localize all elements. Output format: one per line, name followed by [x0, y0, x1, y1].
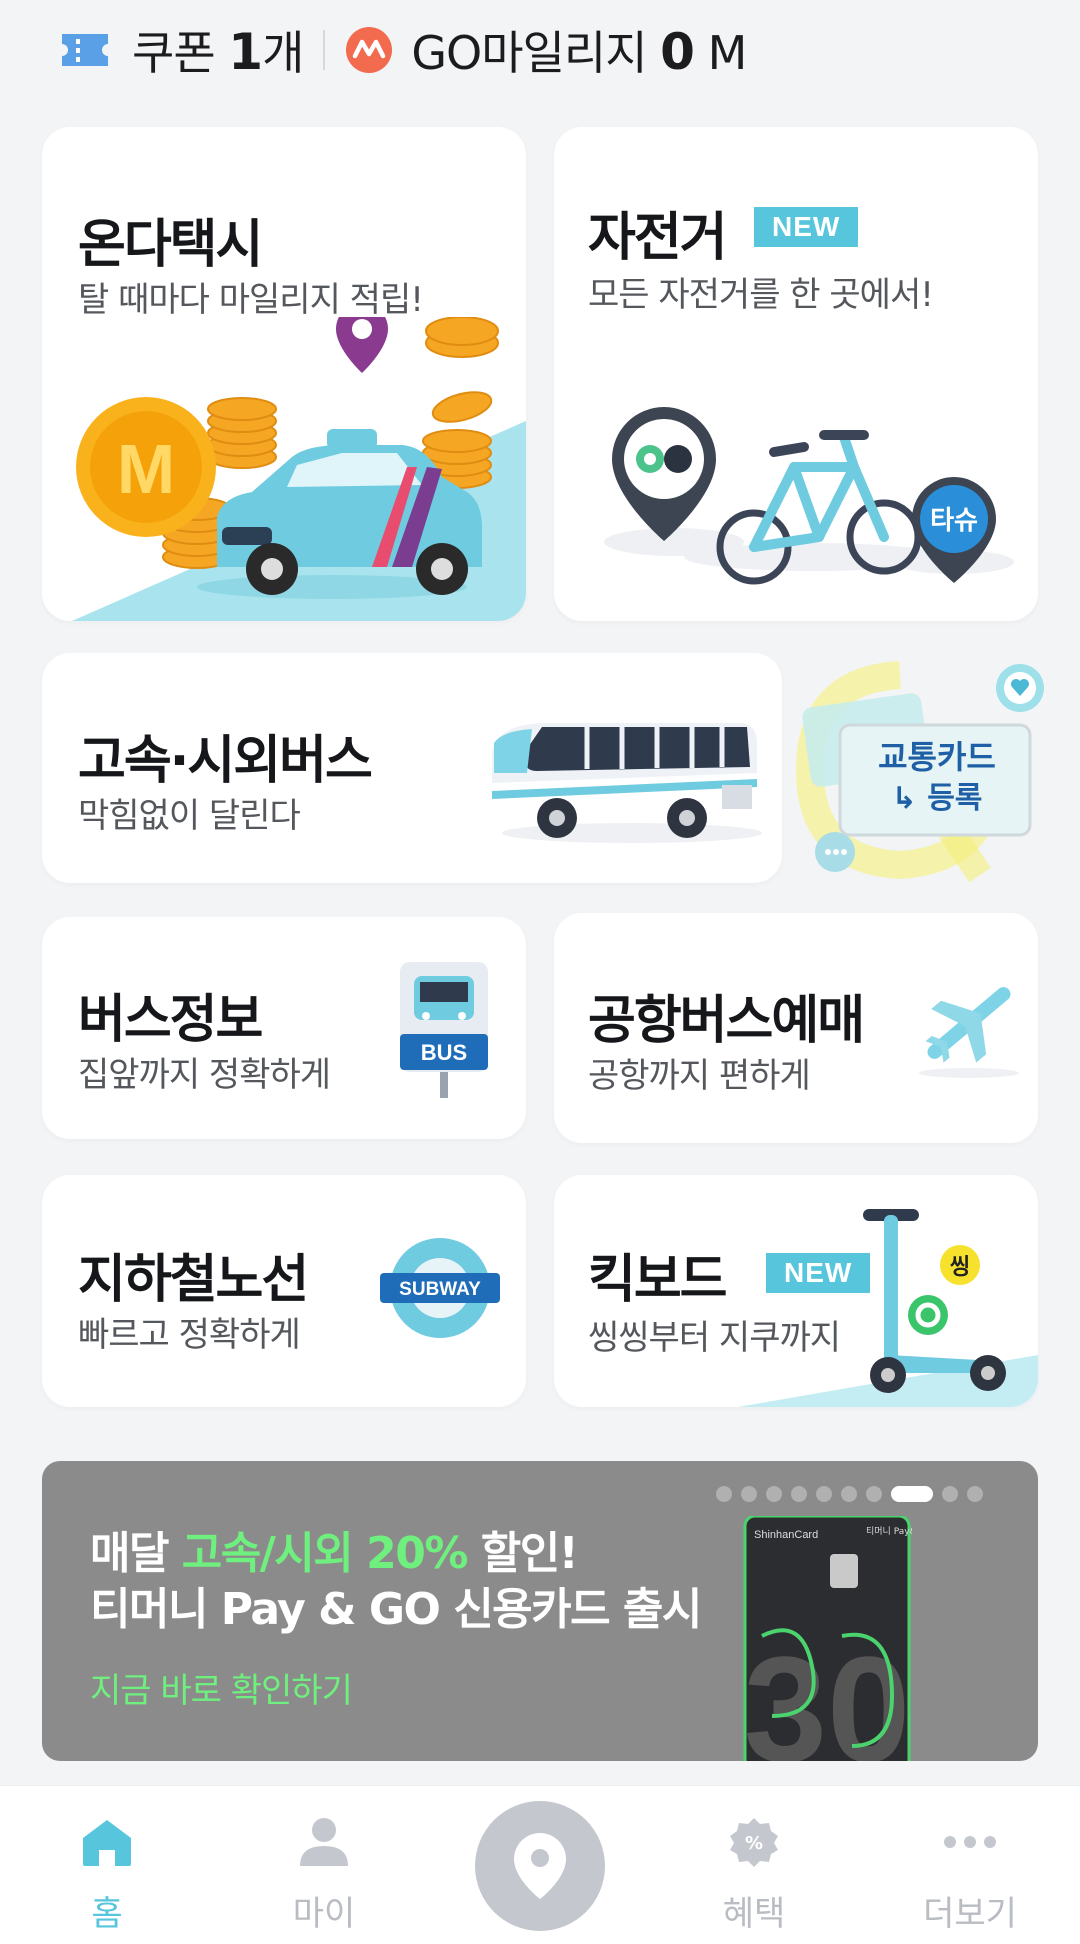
express-bus-card[interactable]: 고속·시외버스 막힘없이 달린다 — [42, 653, 782, 883]
nav-more-label: 더보기 — [923, 1894, 1017, 1934]
banner-line1-highlight: 고속/시외 20% — [181, 1528, 469, 1579]
bike-card[interactable]: 자전거 NEW 모든 자전거를 한 곳에서! 타슈 — [554, 127, 1038, 621]
svg-text:%: % — [745, 1833, 763, 1854]
banner-line1-prefix: 매달 — [90, 1528, 182, 1579]
subway-sign-icon: SUBWAY — [380, 1238, 500, 1338]
bus-info-card-subtitle: 집앞까지 정확하게 — [78, 1055, 331, 1095]
home-icon — [83, 1820, 131, 1866]
banner-dot — [967, 1486, 983, 1502]
banner-dot — [866, 1486, 882, 1502]
taxi-card-subtitle: 탈 때마다 마일리지 적립! — [78, 280, 424, 320]
kickboard-illustration-icon: 씽 — [738, 1209, 1038, 1407]
banner-headline-line2: 티머니 Pay & GO 신용카드 출시 — [90, 1584, 702, 1635]
subway-sign-text: SUBWAY — [399, 1279, 481, 1300]
mileage-icon — [345, 26, 393, 74]
top-divider — [323, 30, 326, 70]
nav-more[interactable]: 더보기 — [900, 1816, 1040, 1935]
m-coin-letter: M — [117, 430, 175, 508]
nav-benefits-label: 혜택 — [722, 1894, 786, 1934]
bottom-navigation: 홈 마이 % 혜택 더보기 — [0, 1785, 1080, 1944]
promo-banner[interactable]: 매달 고속/시외 20% 할인! 티머니 Pay & GO 신용카드 출시 지금… — [42, 1461, 1038, 1761]
credit-card-image-icon: ShinhanCard 티머니 Pay&GO 30 — [743, 1516, 912, 1761]
location-pin-icon — [514, 1833, 566, 1899]
transit-card-label-line2: ↳ 등록 — [892, 781, 983, 816]
express-bus-illustration-icon — [492, 723, 762, 843]
coupon-label: 쿠폰 — [132, 26, 216, 80]
kickboard-card-title: 킥보드 — [588, 1250, 728, 1310]
card-brand-text: ShinhanCard — [754, 1529, 818, 1541]
coupon-count: 1 — [228, 23, 263, 81]
card-label-text: 티머니 Pay&GO — [866, 1526, 912, 1537]
mileage-label: GO마일리지 — [411, 26, 647, 80]
top-status-bar: 쿠폰 1개 GO마일리지 0 M — [0, 0, 1080, 100]
benefit-badge-icon: % — [730, 1818, 778, 1867]
bus-stop-sign-icon: BUS — [400, 962, 488, 1098]
mileage-value: 0 — [660, 23, 695, 81]
bicycle-illustration-icon: 타슈 — [604, 407, 1014, 585]
nav-benefits[interactable]: % 혜택 — [684, 1816, 824, 1935]
taxi-card-title: 온다택시 — [78, 215, 263, 275]
bus-info-card[interactable]: 버스정보 집앞까지 정확하게 BUS — [42, 917, 526, 1139]
kickboard-logo-text: 씽 — [950, 1255, 970, 1280]
more-dots-icon — [944, 1836, 996, 1848]
subway-card[interactable]: 지하철노선 빠르고 정확하게 SUBWAY — [42, 1175, 526, 1407]
banner-page-indicator[interactable] — [716, 1486, 983, 1502]
banner-line1-suffix: 할인! — [466, 1528, 579, 1579]
nav-home[interactable]: 홈 — [37, 1816, 177, 1935]
airport-bus-card-title: 공항버스예매 — [588, 991, 865, 1051]
mileage-summary[interactable]: GO마일리지 0 M — [411, 17, 748, 83]
express-bus-card-title: 고속·시외버스 — [78, 731, 373, 791]
banner-dot — [942, 1486, 958, 1502]
express-bus-card-subtitle: 막힘없이 달린다 — [78, 796, 301, 836]
transit-card-graphic-icon: 교통카드 ↳ 등록 — [795, 661, 1044, 883]
banner-headline-line1: 매달 고속/시외 20% 할인! — [90, 1517, 579, 1581]
banner-dot — [791, 1486, 807, 1502]
airplane-icon — [919, 987, 1019, 1078]
banner-dot — [841, 1486, 857, 1502]
nav-my[interactable]: 마이 — [254, 1816, 394, 1935]
nav-home-label: 홈 — [91, 1894, 123, 1934]
subway-card-title: 지하철노선 — [78, 1250, 309, 1310]
coupon-unit: 개 — [262, 26, 304, 80]
banner-dot-active — [891, 1486, 933, 1502]
banner-dot — [716, 1486, 732, 1502]
taxi-card[interactable]: 온다택시 탈 때마다 마일리지 적립! M — [42, 127, 526, 621]
airport-bus-card-subtitle: 공항까지 편하게 — [588, 1056, 811, 1096]
transit-card-label-line1: 교통카드 — [878, 738, 996, 776]
banner-cta-link[interactable]: 지금 바로 확인하기 — [90, 1663, 353, 1712]
bike-card-subtitle: 모든 자전거를 한 곳에서! — [588, 275, 934, 315]
bike-new-badge: NEW — [754, 207, 859, 247]
bike-card-title: 자전거 — [588, 208, 728, 268]
coupon-summary[interactable]: 쿠폰 1개 — [132, 17, 304, 83]
airport-bus-card[interactable]: 공항버스예매 공항까지 편하게 — [554, 913, 1038, 1143]
person-icon — [300, 1818, 348, 1866]
nav-my-label: 마이 — [292, 1894, 356, 1934]
subway-card-subtitle: 빠르고 정확하게 — [78, 1315, 301, 1355]
mileage-unit: M — [707, 26, 748, 80]
tashu-pin-text: 타슈 — [930, 506, 978, 536]
transit-card-register-button[interactable]: 교통카드 ↳ 등록 — [750, 660, 1050, 910]
banner-dot — [816, 1486, 832, 1502]
banner-dot — [741, 1486, 757, 1502]
coupon-ticket-icon[interactable] — [60, 30, 110, 70]
taxi-illustration-icon: M — [72, 317, 526, 621]
card-number-text: 30 — [744, 1625, 911, 1761]
bus-info-card-title: 버스정보 — [78, 990, 263, 1050]
kickboard-card[interactable]: 킥보드 NEW 씽씽부터 지쿠까지 씽 — [554, 1175, 1038, 1407]
banner-dot — [766, 1486, 782, 1502]
nav-location[interactable] — [475, 1801, 605, 1931]
bus-sign-text: BUS — [421, 1040, 467, 1065]
